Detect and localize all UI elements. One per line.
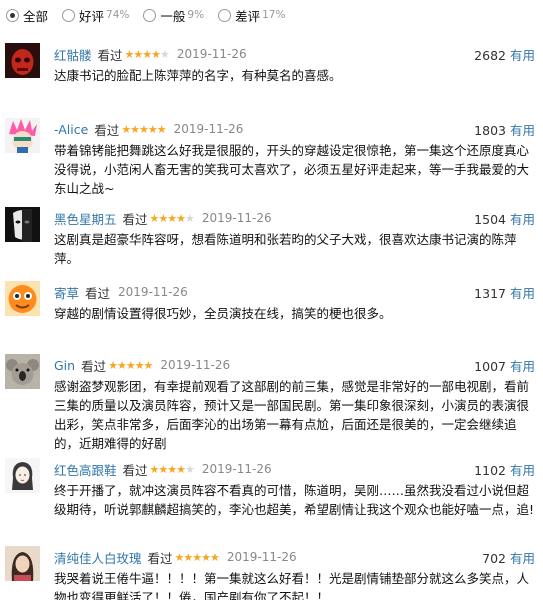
useful-votes: 1504 有用 bbox=[474, 209, 535, 228]
filter-all[interactable]: 全部 bbox=[6, 6, 48, 25]
useful-votes: 1317 有用 bbox=[474, 283, 535, 302]
comment-date: 2019-11-26 bbox=[176, 47, 247, 61]
star-empty-icon: ★ bbox=[159, 47, 170, 61]
sketch-girl-avatar-icon[interactable] bbox=[5, 458, 40, 493]
seen-label: 看过 bbox=[122, 462, 148, 478]
koala-avatar-icon[interactable] bbox=[5, 354, 40, 389]
useful-votes: 1007 有用 bbox=[474, 356, 535, 375]
comment-username[interactable]: 红骷髅 bbox=[54, 45, 92, 64]
radio-neutral[interactable] bbox=[143, 8, 157, 22]
star-icon: ★★★★ bbox=[124, 47, 161, 61]
star-icon: ★★★★★ bbox=[121, 122, 166, 136]
pink-hair-avatar-icon[interactable] bbox=[5, 118, 40, 153]
vote-count: 1504 bbox=[474, 212, 506, 227]
star-icon: ★★★★ bbox=[149, 211, 186, 225]
portrait-avatar-icon[interactable] bbox=[5, 546, 40, 581]
star-icon: ★★★★★ bbox=[108, 358, 153, 372]
radio-all[interactable] bbox=[6, 8, 19, 22]
filter-all-label: 全部 bbox=[23, 8, 49, 24]
red-skull-avatar-icon[interactable] bbox=[5, 43, 40, 78]
filter-negative-percent: 17% bbox=[262, 9, 286, 21]
rating-stars: ★★★★★ bbox=[108, 358, 153, 372]
seen-label: 看过 bbox=[97, 47, 123, 63]
comment-username[interactable]: -Alice bbox=[54, 122, 88, 137]
filter-negative-label: 差评 bbox=[235, 8, 261, 24]
star-icon: ★★★★★ bbox=[174, 550, 220, 564]
comment-username[interactable]: 黑色星期五 bbox=[54, 209, 117, 228]
comment-text: 带着锦铐能把舞跳这么好我是很服的，开头的穿越设定很惊艳，第一集这个还原度真心没得… bbox=[54, 143, 530, 196]
seen-label: 看过 bbox=[94, 122, 120, 138]
vote-count: 2682 bbox=[474, 48, 506, 63]
comment-header: 清纯佳人白玫瑰 看过 ★★★★★ 2019-11-26 bbox=[54, 548, 297, 566]
filter-positive-percent: 74% bbox=[106, 9, 130, 21]
comment-header: 寄草 看过 2019-11-26 bbox=[54, 283, 188, 301]
star-empty-icon: ★ bbox=[184, 211, 195, 225]
vote-count: 1102 bbox=[474, 463, 506, 478]
comment-username[interactable]: Gin bbox=[54, 358, 75, 373]
masked-face-avatar-icon[interactable] bbox=[5, 207, 40, 242]
useful-button[interactable]: 有用 bbox=[510, 463, 535, 478]
seen-label: 看过 bbox=[147, 550, 173, 566]
comment-header: 红骷髅 看过 ★★★★★ 2019-11-26 bbox=[54, 45, 247, 63]
comment-text: 感谢盗梦观影团，有幸提前观看了这部剧的前三集，感觉是非常好的一部电视剧，看前三集… bbox=[54, 379, 530, 451]
useful-votes: 2682 有用 bbox=[474, 45, 535, 64]
filter-positive[interactable]: 好评 74% bbox=[62, 6, 129, 25]
comment-header: 黑色星期五 看过 ★★★★★ 2019-11-26 bbox=[54, 209, 272, 227]
filter-neutral-label: 一般 bbox=[160, 8, 186, 24]
comment-date: 2019-11-26 bbox=[118, 285, 188, 299]
comment-text: 达康书记的脸配上陈萍萍的名字，有种莫名的喜感。 bbox=[54, 68, 342, 83]
seen-label: 看过 bbox=[122, 211, 148, 227]
useful-votes: 1803 有用 bbox=[474, 120, 535, 139]
star-empty-icon: ★ bbox=[184, 462, 195, 476]
comment-username[interactable]: 红色高跟鞋 bbox=[54, 460, 117, 479]
comment-text: 我哭着说王倦牛逼！！！！第一集就这么好看！！光是剧情铺垫部分就这么多笑点，人物也… bbox=[54, 571, 530, 600]
rating-stars: ★★★★★ bbox=[149, 211, 195, 225]
comment-username[interactable]: 寄草 bbox=[54, 283, 79, 302]
comment-username[interactable]: 清纯佳人白玫瑰 bbox=[54, 548, 142, 567]
orange-cartoon-avatar-icon[interactable] bbox=[5, 281, 40, 316]
comment-header: 红色高跟鞋 看过 ★★★★★ 2019-11-26 bbox=[54, 460, 272, 478]
radio-negative[interactable] bbox=[218, 8, 232, 22]
star-icon: ★★★★ bbox=[149, 462, 186, 476]
comment-header: -Alice 看过 ★★★★★ 2019-11-26 bbox=[54, 120, 243, 138]
useful-button[interactable]: 有用 bbox=[510, 286, 535, 301]
filter-negative[interactable]: 差评 17% bbox=[218, 6, 285, 25]
useful-button[interactable]: 有用 bbox=[510, 359, 535, 374]
useful-button[interactable]: 有用 bbox=[510, 123, 535, 138]
useful-votes: 702 有用 bbox=[482, 548, 535, 567]
comment-date: 2019-11-26 bbox=[226, 550, 297, 564]
comment-text: 终于开播了，就冲这演员阵容不看真的可惜，陈道明，吴刚……虽然我没看过小说但超级期… bbox=[54, 483, 535, 517]
rating-stars: ★★★★★ bbox=[121, 122, 166, 136]
rating-filter-bar: 全部 好评 74% 一般 9% 差评 17% bbox=[0, 0, 543, 30]
comment-date: 2019-11-26 bbox=[173, 122, 244, 136]
vote-count: 1007 bbox=[474, 359, 506, 374]
comment-header: Gin 看过 ★★★★★ 2019-11-26 bbox=[54, 356, 230, 374]
seen-label: 看过 bbox=[85, 285, 111, 301]
rating-stars: ★★★★★ bbox=[124, 47, 170, 61]
radio-positive[interactable] bbox=[62, 8, 76, 22]
comment-date: 2019-11-26 bbox=[201, 462, 272, 476]
useful-votes: 1102 有用 bbox=[474, 460, 535, 479]
comment-date: 2019-11-26 bbox=[160, 358, 231, 372]
useful-button[interactable]: 有用 bbox=[510, 212, 535, 227]
rating-stars: ★★★★★ bbox=[149, 462, 195, 476]
vote-count: 1317 bbox=[474, 286, 506, 301]
rating-stars: ★★★★★ bbox=[174, 550, 220, 564]
filter-neutral[interactable]: 一般 9% bbox=[143, 6, 204, 25]
filter-positive-label: 好评 bbox=[79, 8, 105, 24]
vote-count: 702 bbox=[482, 551, 506, 566]
comment-text: 穿越的剧情设置得很巧妙，全员演技在线，搞笑的梗也很多。 bbox=[54, 306, 392, 321]
vote-count: 1803 bbox=[474, 123, 506, 138]
comment-date: 2019-11-26 bbox=[201, 211, 272, 225]
filter-neutral-percent: 9% bbox=[187, 9, 205, 21]
seen-label: 看过 bbox=[81, 358, 107, 374]
useful-button[interactable]: 有用 bbox=[510, 551, 535, 566]
comment-text: 这剧真是超豪华阵容呀，想看陈道明和张若昀的父子大戏，很喜欢达康书记演的陈萍萍。 bbox=[54, 232, 517, 266]
useful-button[interactable]: 有用 bbox=[510, 48, 535, 63]
